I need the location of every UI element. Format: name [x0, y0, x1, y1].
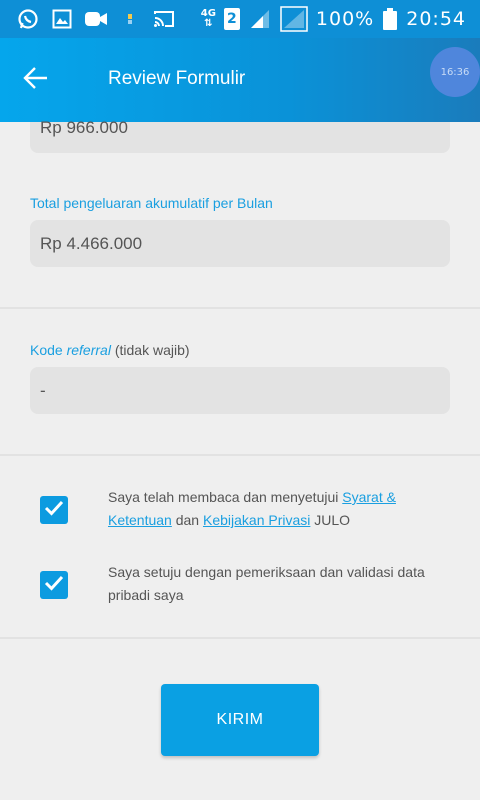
previous-expense-field: Rp 966.000: [30, 118, 450, 153]
signal-icon: [248, 7, 272, 31]
submit-button[interactable]: KIRIM: [161, 684, 319, 756]
section-divider: [0, 454, 480, 456]
previous-expense-value: Rp 966.000: [40, 118, 128, 137]
referral-label: Kode referral (tidak wajib): [30, 342, 190, 358]
battery-icon: [382, 7, 398, 31]
total-expense-field: Rp 4.466.000: [30, 220, 450, 267]
app-bar: Review Formulir 16:36: [0, 38, 480, 122]
whatsapp-icon: [16, 7, 40, 31]
total-expense-label: Total pengeluaran akumulatif per Bulan: [30, 195, 273, 211]
section-divider: [0, 637, 480, 639]
signal-empty-icon: [280, 6, 308, 32]
page-title: Review Formulir: [108, 68, 246, 89]
cast-icon: [152, 7, 176, 31]
status-bar-notifications: [16, 6, 176, 32]
checkmark-icon: [44, 500, 64, 520]
referral-field: -: [30, 367, 450, 414]
video-call-icon: [84, 7, 108, 31]
referral-value: -: [40, 380, 46, 400]
total-expense-value: Rp 4.466.000: [40, 233, 143, 253]
network-type: 4G ⇅: [200, 8, 216, 29]
status-bar-system: 4G ⇅ 2 100% 20:54: [201, 6, 466, 32]
floating-time-badge[interactable]: 16:36: [430, 47, 480, 97]
terms-checkbox[interactable]: [40, 496, 68, 524]
data-validation-text: Saya setuju dengan pemeriksaan dan valid…: [108, 564, 425, 603]
terms-agreement-text: Saya telah membaca dan menyetujui Syarat…: [108, 489, 396, 528]
status-bar: 4G ⇅ 2 100% 20:54: [0, 0, 480, 38]
gallery-icon: [50, 7, 74, 31]
battery-percentage: 100%: [315, 8, 375, 30]
data-validation-checkbox[interactable]: [40, 571, 68, 599]
privacy-policy-link[interactable]: Kebijakan Privasi: [203, 512, 310, 528]
back-button[interactable]: [18, 62, 54, 98]
checkmark-icon: [44, 575, 64, 595]
clock: 20:54: [406, 8, 466, 30]
section-divider: [0, 307, 480, 309]
dot-icon: [118, 7, 142, 31]
arrow-left-icon: [23, 66, 49, 94]
sim-slot-badge: 2: [223, 8, 240, 30]
